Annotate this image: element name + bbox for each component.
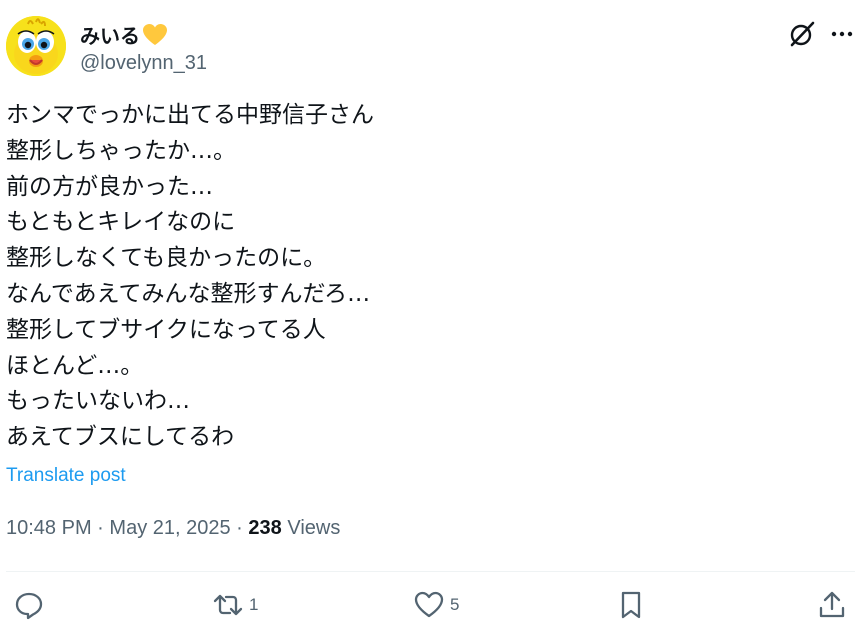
display-name-text: みいる xyxy=(80,24,140,48)
post-card: みいる @lovelynn_31 ホンマでっかに出てる中野信子さん 整形しちゃっ… xyxy=(0,0,859,631)
bookmark-icon xyxy=(621,591,641,619)
user-handle[interactable]: @lovelynn_31 xyxy=(80,52,207,75)
reply-button[interactable] xyxy=(14,590,50,620)
views-label: Views xyxy=(287,517,341,539)
repost-count: 1 xyxy=(249,595,259,614)
repost-icon xyxy=(213,594,243,616)
meta-separator: · xyxy=(97,517,104,539)
share-icon xyxy=(819,591,845,618)
post-date[interactable]: May 21, 2025 xyxy=(109,517,230,539)
heart-icon xyxy=(414,591,444,618)
avatar-image xyxy=(6,16,66,76)
post-text: ホンマでっかに出てる中野信子さん 整形しちゃったか…。 前の方が良かった… もと… xyxy=(6,102,374,451)
meta-separator: · xyxy=(236,517,243,539)
share-button[interactable] xyxy=(817,590,847,620)
views-count: 238 xyxy=(248,517,282,539)
divider xyxy=(6,571,855,572)
reply-icon xyxy=(15,592,43,620)
avatar[interactable] xyxy=(6,16,66,76)
yellow-heart-icon xyxy=(143,23,167,45)
like-count: 5 xyxy=(450,595,460,614)
display-name[interactable]: みいる xyxy=(80,20,168,49)
translate-post-link[interactable]: Translate post xyxy=(6,465,126,487)
more-options-icon[interactable] xyxy=(828,20,856,48)
bookmark-button[interactable] xyxy=(616,590,646,620)
post-metadata: 10:48 PM · May 21, 2025 · 238 Views xyxy=(6,517,340,540)
grok-icon[interactable] xyxy=(788,20,816,48)
like-button[interactable]: 5 xyxy=(414,590,459,620)
repost-button[interactable]: 1 xyxy=(213,590,258,620)
post-time[interactable]: 10:48 PM xyxy=(6,517,92,539)
